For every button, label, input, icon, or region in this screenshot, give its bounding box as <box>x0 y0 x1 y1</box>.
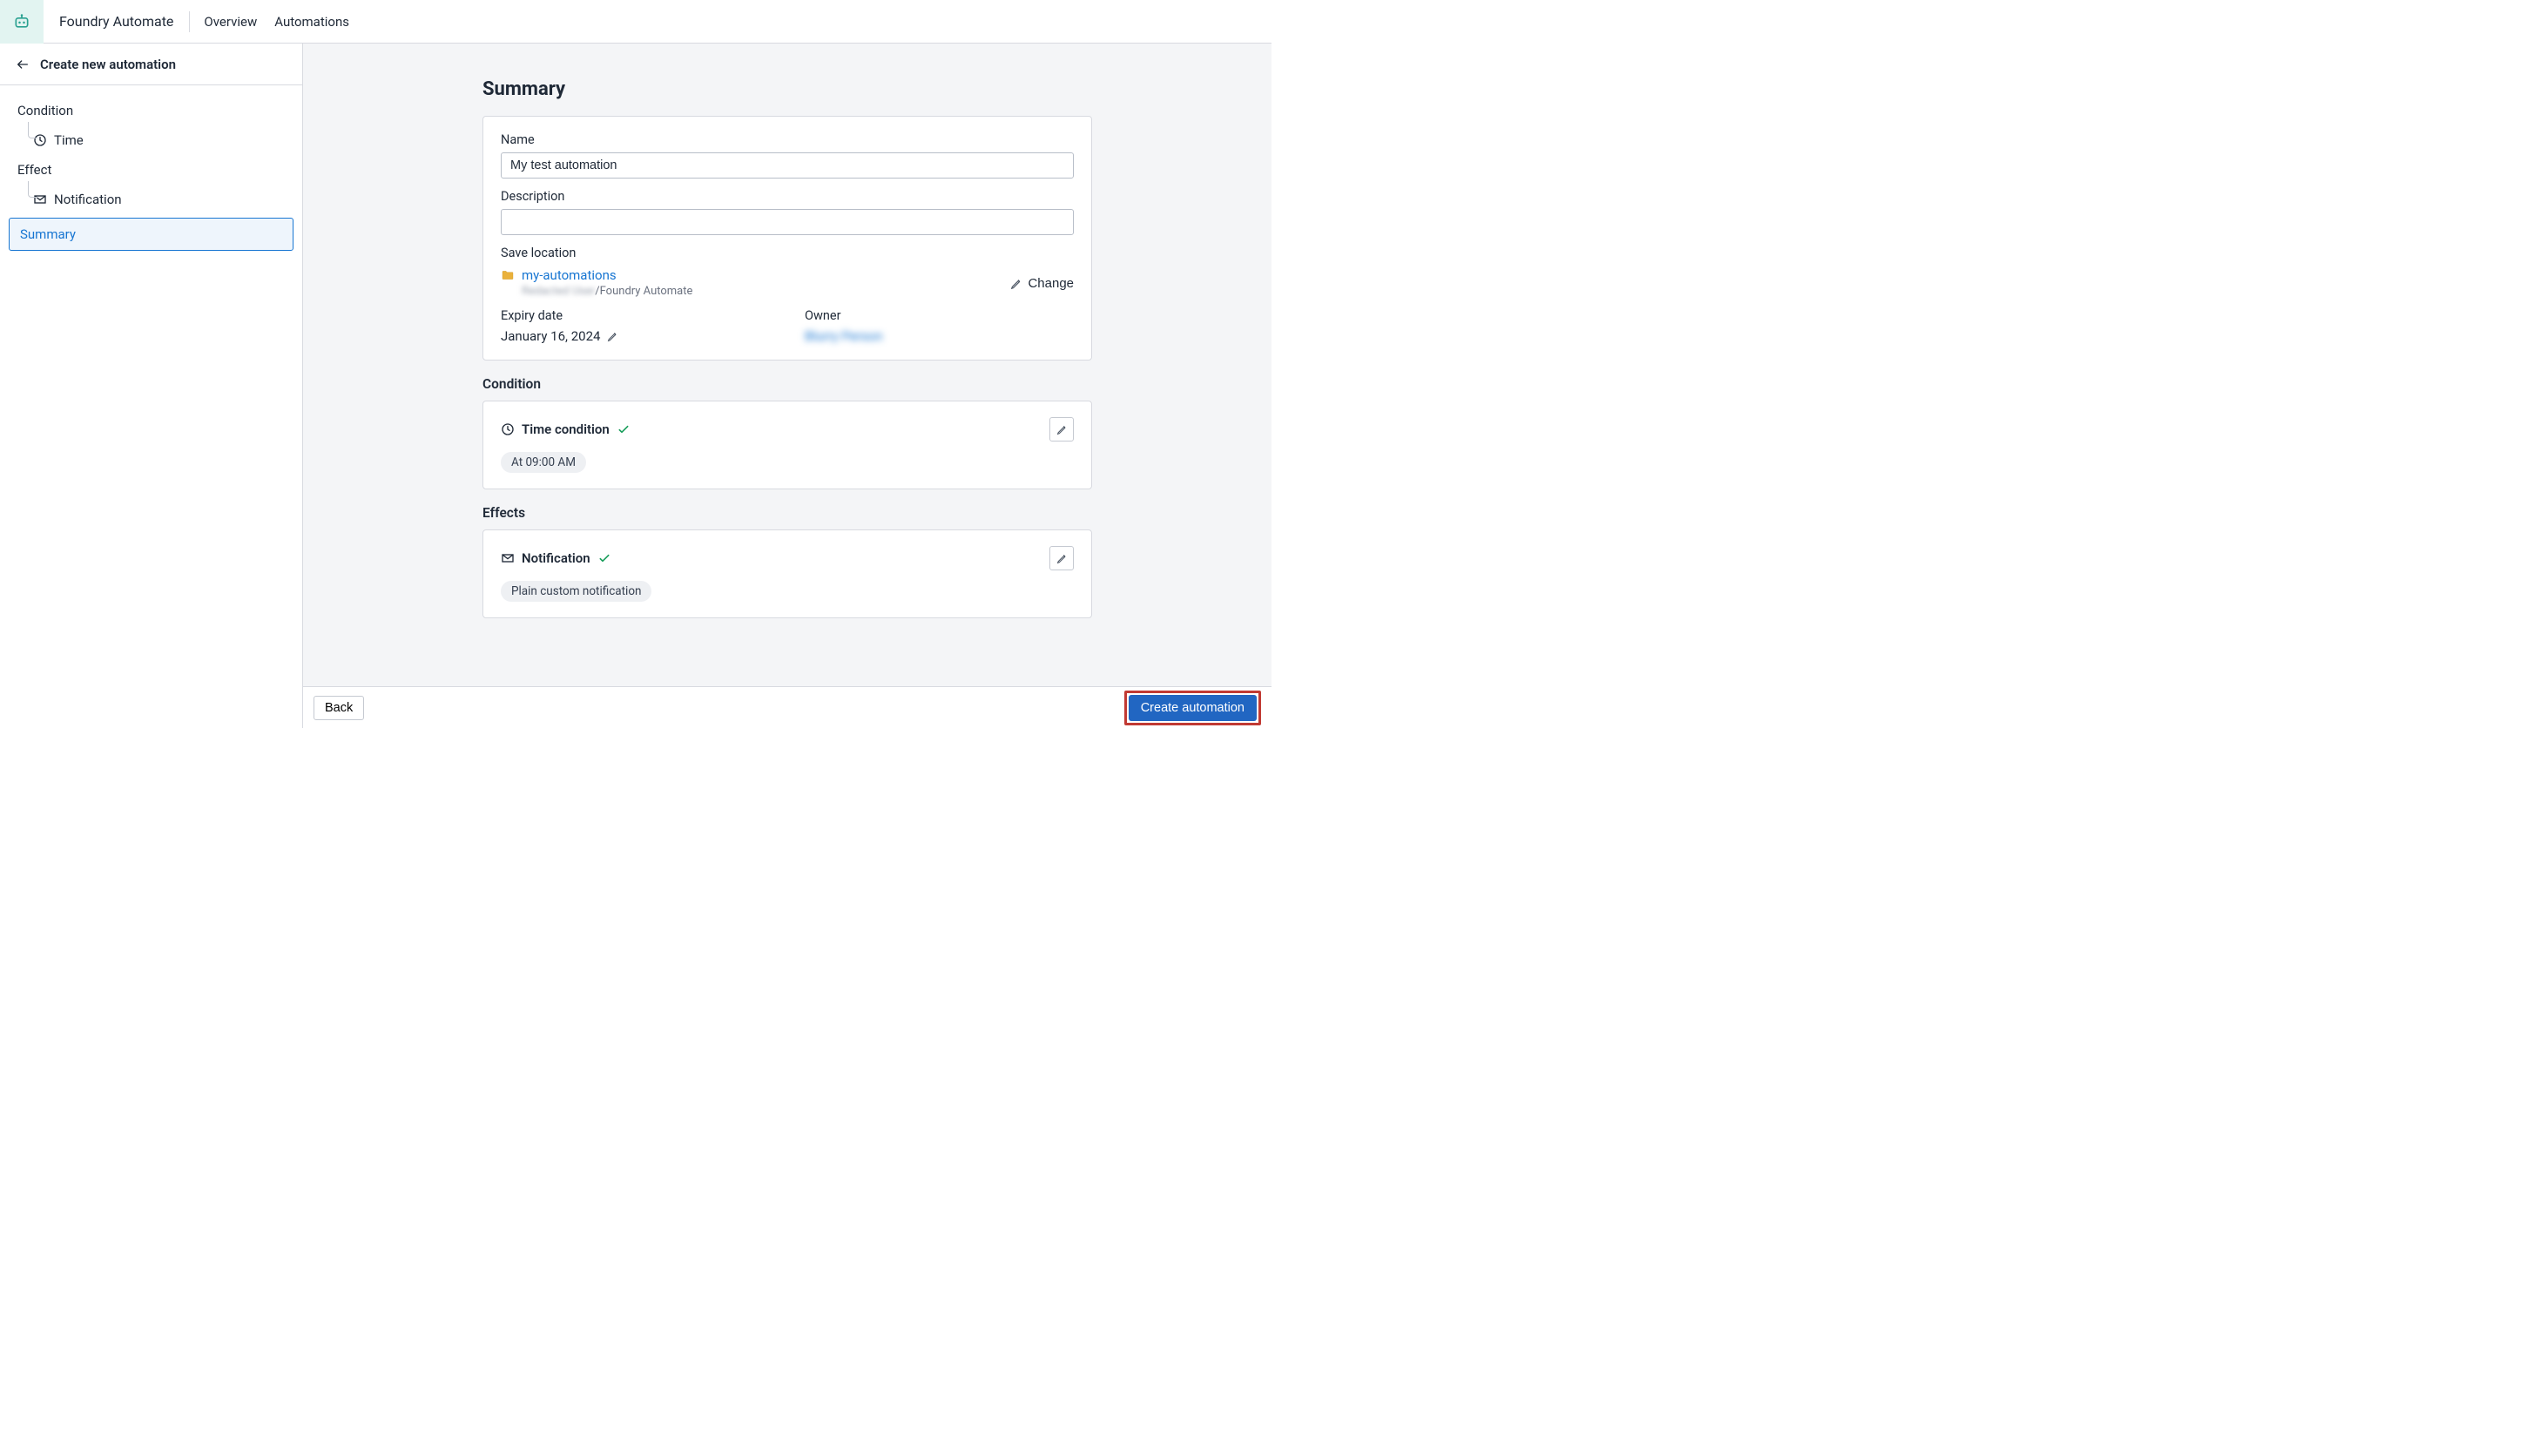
sidebar-title: Create new automation <box>40 57 176 72</box>
pencil-icon[interactable] <box>607 331 618 342</box>
page-heading: Summary <box>482 78 1092 100</box>
edit-effect-button[interactable] <box>1049 546 1074 570</box>
nav-link-overview[interactable]: Overview <box>204 14 257 30</box>
sidebar-item-summary[interactable]: Summary <box>9 218 293 251</box>
clock-icon <box>501 422 515 436</box>
effects-card: Notification Plain custom notification <box>482 529 1092 618</box>
sidebar-item-label: Time <box>54 132 84 148</box>
sidebar-group-condition: Condition <box>9 96 293 125</box>
clock-icon <box>33 133 47 147</box>
effect-title: Notification <box>522 550 590 566</box>
condition-title: Time condition <box>522 421 610 437</box>
condition-chip: At 09:00 AM <box>501 452 586 473</box>
sidebar-item-notification[interactable]: Notification <box>9 185 293 214</box>
expiry-value: January 16, 2024 <box>501 328 600 344</box>
effects-section-heading: Effects <box>482 505 1092 521</box>
app-logo[interactable] <box>0 0 44 44</box>
create-button-highlight: Create automation <box>1124 691 1261 725</box>
check-icon <box>617 422 631 436</box>
back-arrow-icon[interactable] <box>16 57 30 71</box>
name-label: Name <box>501 132 1074 147</box>
mail-icon <box>33 192 47 206</box>
back-button[interactable]: Back <box>314 696 364 720</box>
summary-card: Name Description Save location <box>482 116 1092 361</box>
folder-path: Redacted User/Foundry Automate <box>522 285 692 298</box>
sidebar-group-effect: Effect <box>9 155 293 185</box>
main-area: Summary Name Description Save location <box>303 44 1272 728</box>
save-location-label: Save location <box>501 246 1074 260</box>
sidebar-item-time[interactable]: Time <box>9 125 293 155</box>
sidebar: Create new automation Condition Time Eff… <box>0 44 303 728</box>
footer: Back Create automation <box>303 686 1272 728</box>
pencil-icon <box>1056 553 1068 564</box>
name-input[interactable] <box>501 152 1074 179</box>
effect-chip: Plain custom notification <box>501 581 651 602</box>
robot-icon <box>13 13 30 30</box>
nav-link-automations[interactable]: Automations <box>274 14 349 30</box>
create-automation-button[interactable]: Create automation <box>1129 695 1257 721</box>
app-title: Foundry Automate <box>44 11 190 32</box>
description-label: Description <box>501 189 1074 204</box>
sidebar-header: Create new automation <box>0 44 302 85</box>
folder-icon <box>501 268 515 282</box>
pencil-icon <box>1056 424 1068 435</box>
owner-label: Owner <box>805 308 1074 323</box>
pencil-icon <box>1010 278 1022 290</box>
sidebar-item-label: Notification <box>54 192 122 207</box>
check-icon <box>597 551 611 565</box>
top-bar: Foundry Automate Overview Automations <box>0 0 1272 44</box>
owner-value: Blurry Person <box>805 328 1074 344</box>
change-location-button[interactable]: Change <box>1010 266 1074 291</box>
mail-icon <box>501 551 515 565</box>
condition-section-heading: Condition <box>482 376 1092 392</box>
expiry-label: Expiry date <box>501 308 770 323</box>
description-input[interactable] <box>501 209 1074 235</box>
condition-card: Time condition At 09:00 AM <box>482 401 1092 489</box>
edit-condition-button[interactable] <box>1049 417 1074 442</box>
folder-name-link[interactable]: my-automations <box>522 267 617 283</box>
